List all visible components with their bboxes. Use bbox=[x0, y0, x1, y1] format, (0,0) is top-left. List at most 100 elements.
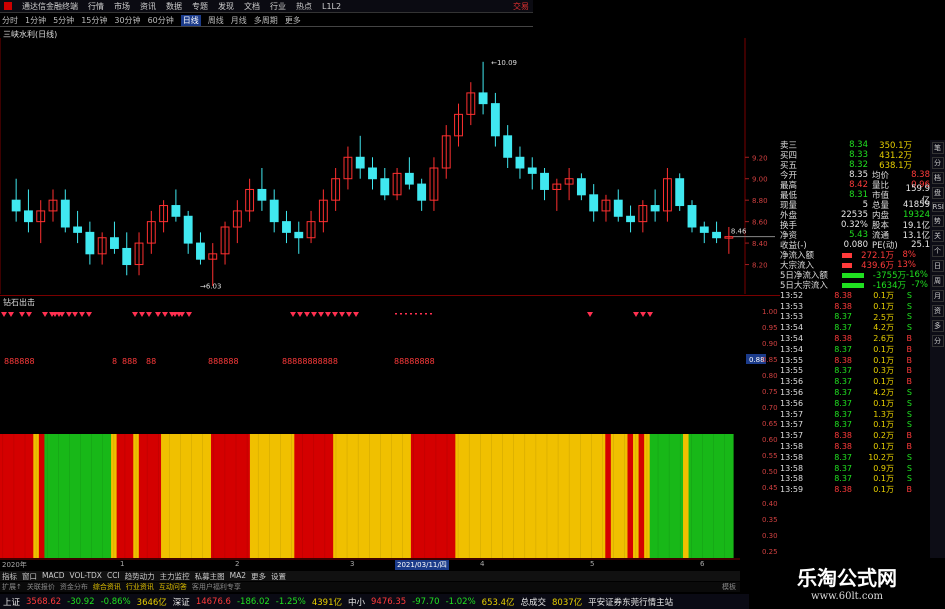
tab[interactable]: 主力监控 bbox=[160, 571, 190, 581]
toolbar-button[interactable]: 档 bbox=[931, 172, 944, 184]
signal-stripe bbox=[560, 434, 568, 558]
tf-tab[interactable]: 60分钟 bbox=[148, 15, 174, 26]
menu-item[interactable]: 发现 bbox=[218, 1, 234, 12]
signal-stripe bbox=[233, 434, 240, 558]
trade-button[interactable]: 交易 bbox=[513, 1, 529, 12]
tick-row: 13:58 8.37 0.1万 S bbox=[780, 474, 912, 484]
toolbar-button[interactable]: 势 bbox=[931, 215, 944, 227]
tab[interactable]: 综合资讯 bbox=[93, 582, 121, 592]
index-pct: -1.25% bbox=[275, 596, 306, 607]
tab[interactable]: 客用户福利专享 bbox=[192, 582, 241, 592]
toolbar-button[interactable]: 日 bbox=[931, 260, 944, 272]
index-name[interactable]: 深证 bbox=[173, 596, 190, 608]
candle-body bbox=[380, 178, 390, 196]
menu-item[interactable]: 资讯 bbox=[140, 1, 156, 12]
low-label: →6.03 bbox=[200, 283, 221, 291]
menu-item[interactable]: 行业 bbox=[270, 1, 286, 12]
signal-stripe bbox=[94, 434, 101, 558]
quote-panel: 卖三 8.34 350.1万 买四 8.33 431.2万 买五 8.32 638.1万 今开 8.… bbox=[780, 140, 930, 595]
menu-item[interactable]: 数据 bbox=[166, 1, 182, 12]
money-flow-row: 5日大宗流入 -1634万 -7% bbox=[780, 280, 928, 291]
tab[interactable]: 设置 bbox=[271, 571, 286, 581]
candle-body bbox=[527, 167, 537, 174]
index-ticker-bar: 上证 3568.62 -30.92 -0.86% 3646亿 深证 14676.… bbox=[0, 594, 750, 609]
tf-tab[interactable]: 多周期 bbox=[254, 15, 278, 26]
signal-stripe bbox=[438, 434, 445, 558]
tab[interactable]: 趋势动力 bbox=[125, 571, 155, 581]
tf-tab[interactable]: 5分钟 bbox=[53, 15, 74, 26]
date-label: 5 bbox=[590, 560, 595, 568]
tab[interactable]: VOL-TDX bbox=[69, 571, 101, 581]
diamond-marker bbox=[86, 312, 92, 317]
toolbar-button[interactable]: 个 bbox=[931, 245, 944, 257]
tab[interactable]: MA2 bbox=[230, 571, 246, 581]
tf-tab[interactable]: 周线 bbox=[208, 15, 224, 26]
tab[interactable]: 资金分布 bbox=[60, 582, 88, 592]
menu-item[interactable]: 文档 bbox=[244, 1, 260, 12]
tab[interactable]: 私募主图 bbox=[195, 571, 225, 581]
tab[interactable]: MACD bbox=[42, 571, 64, 581]
toolbar-button[interactable]: 周 bbox=[931, 275, 944, 287]
menu-item[interactable]: 市场 bbox=[114, 1, 130, 12]
watermark: 乐淘公式网 www.60lt.com bbox=[749, 558, 945, 609]
diamond-marker bbox=[332, 312, 338, 317]
menu-item[interactable]: 专题 bbox=[192, 1, 208, 12]
candle-body bbox=[60, 199, 70, 228]
indicator-tick: 0.35 bbox=[762, 516, 778, 524]
tick-row: 13:52 8.38 0.1万 S bbox=[780, 290, 912, 300]
template-button[interactable]: 模板 bbox=[722, 582, 736, 592]
toolbar-button[interactable]: 分 bbox=[931, 335, 944, 347]
candle-body bbox=[257, 188, 267, 201]
signal-stripe bbox=[683, 434, 690, 558]
dot-marker bbox=[425, 313, 427, 315]
tab[interactable]: 扩展↑ bbox=[2, 582, 22, 592]
tf-tab[interactable]: 分时 bbox=[2, 15, 18, 26]
signal-stripe bbox=[410, 434, 418, 558]
dot-marker bbox=[415, 313, 417, 315]
date-label: 4 bbox=[480, 560, 485, 568]
index-name[interactable]: 中小 bbox=[348, 596, 365, 608]
price-tick-label: 8.60 bbox=[752, 219, 768, 227]
signal-stripe bbox=[716, 434, 723, 558]
tab[interactable]: 互动问答 bbox=[159, 582, 187, 592]
tf-tab[interactable]: 30分钟 bbox=[114, 15, 140, 26]
candle-body bbox=[515, 156, 525, 169]
toolbar-button[interactable]: 笔 bbox=[931, 142, 944, 154]
candle-body bbox=[589, 194, 599, 212]
toolbar-button[interactable]: 月 bbox=[931, 290, 944, 302]
candle-body bbox=[110, 237, 119, 249]
tab[interactable]: 行业资讯 bbox=[126, 582, 154, 592]
signal-stripe bbox=[649, 434, 656, 558]
date-axis: 2020年 1 2 3 2021/03/11/四 4 5 6 bbox=[0, 560, 740, 570]
menu-item[interactable]: 热点 bbox=[296, 1, 312, 12]
toolbar-button[interactable]: 资 bbox=[931, 305, 944, 317]
signal-stripe bbox=[338, 434, 345, 558]
diamond-marker bbox=[346, 312, 352, 317]
tf-tab[interactable]: 更多 bbox=[285, 15, 301, 26]
index-name[interactable]: 上证 bbox=[3, 596, 20, 608]
tf-tab[interactable]: 月线 bbox=[231, 15, 247, 26]
candle-body bbox=[294, 231, 304, 239]
index-amount: 4391亿 bbox=[311, 597, 342, 608]
menu-item[interactable]: 行情 bbox=[88, 1, 104, 12]
toolbar-button[interactable]: 多 bbox=[931, 320, 944, 332]
menu-item[interactable]: L1L2 bbox=[322, 2, 341, 11]
tf-tab[interactable]: 15分钟 bbox=[81, 15, 107, 26]
signal-stripe bbox=[616, 434, 623, 558]
tab[interactable]: CCI bbox=[107, 571, 120, 581]
tf-tab-active[interactable]: 日线 bbox=[180, 14, 201, 26]
signal-stripe bbox=[449, 434, 456, 558]
tab[interactable]: 指标 bbox=[2, 571, 17, 581]
toolbar-button[interactable]: 分 bbox=[931, 157, 944, 169]
tab[interactable]: 更多 bbox=[251, 571, 266, 581]
diamond-marker bbox=[647, 312, 653, 317]
tf-tab[interactable]: 1分钟 bbox=[25, 15, 46, 26]
tab[interactable]: 关联报价 bbox=[27, 582, 55, 592]
watermark-url: www.60lt.com bbox=[811, 591, 883, 602]
tab[interactable]: 窗口 bbox=[22, 571, 37, 581]
toolbar-button[interactable]: RSI bbox=[931, 202, 944, 212]
toolbar-button[interactable]: 关 bbox=[931, 230, 944, 242]
signal-stripe bbox=[149, 434, 157, 558]
toolbar-button[interactable]: 盘 bbox=[931, 187, 944, 199]
dot-marker bbox=[395, 313, 397, 315]
